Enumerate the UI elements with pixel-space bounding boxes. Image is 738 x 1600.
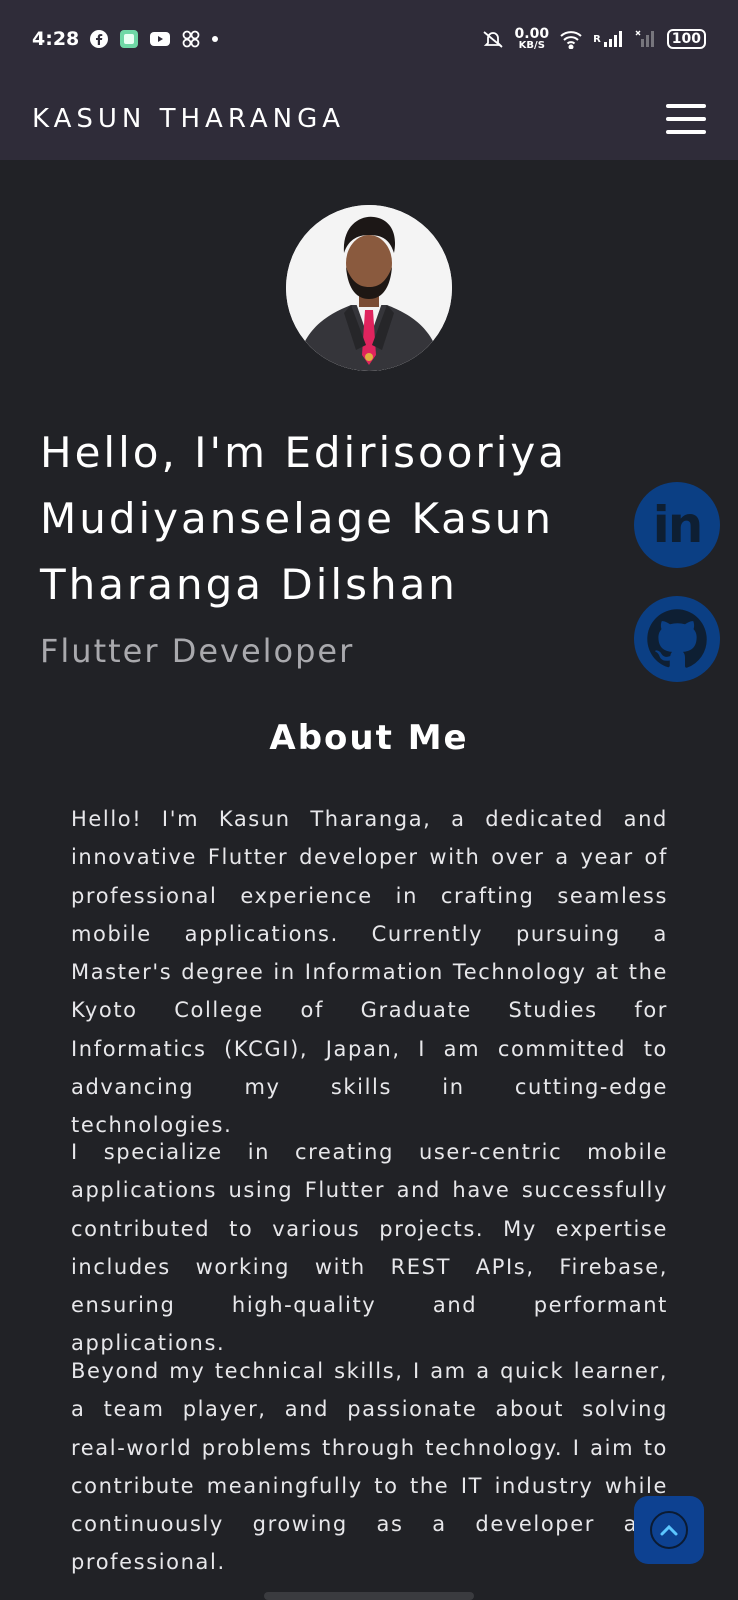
signal-label: R <box>593 33 601 45</box>
net-speed-unit: KB/S <box>518 40 545 51</box>
site-title[interactable]: KASUN THARANGA <box>32 104 345 134</box>
status-bar: 4:28 0.00 KB/S R 100 <box>0 0 738 78</box>
facebook-icon <box>89 29 109 49</box>
signal-icon: R <box>593 30 625 48</box>
home-indicator[interactable] <box>264 1592 474 1600</box>
linkedin-icon: in <box>652 496 704 554</box>
scroll-to-top-button[interactable] <box>634 1496 704 1564</box>
mute-icon <box>481 29 505 49</box>
linkedin-button[interactable]: in <box>634 482 720 568</box>
about-paragraph-2: I specialize in creating user-centric mo… <box>71 1140 668 1356</box>
wifi-icon <box>559 29 583 49</box>
apps-icon <box>181 29 201 49</box>
net-speed-value: 0.00 <box>514 26 550 42</box>
github-icon <box>646 608 708 670</box>
app-header: KASUN THARANGA <box>0 78 738 160</box>
hero-greeting: Hello, I'm Edirisooriya Mudiyanselage Ka… <box>40 428 567 609</box>
signal-2-icon <box>635 30 657 48</box>
about-heading: About Me <box>269 718 469 758</box>
about-paragraph-1: Hello! I'm Kasun Tharanga, a dedicated a… <box>71 807 668 1138</box>
status-time: 4:28 <box>32 28 80 50</box>
chevron-up-icon <box>650 1511 688 1549</box>
hero-role: Flutter Developer <box>40 632 355 670</box>
net-speed: 0.00 KB/S <box>515 27 550 51</box>
battery-icon: 100 <box>666 29 706 49</box>
notification-dot-icon <box>211 35 219 43</box>
youtube-icon <box>149 30 171 48</box>
profile-avatar <box>286 205 452 371</box>
chat-icon <box>119 29 139 49</box>
about-paragraph-3: Beyond my technical skills, I am a quick… <box>71 1359 668 1575</box>
hamburger-menu-icon[interactable] <box>666 104 706 134</box>
github-button[interactable] <box>634 596 720 682</box>
portfolio-page: 4:28 0.00 KB/S R 100 KASUN THARANGA Hell… <box>0 0 738 1600</box>
